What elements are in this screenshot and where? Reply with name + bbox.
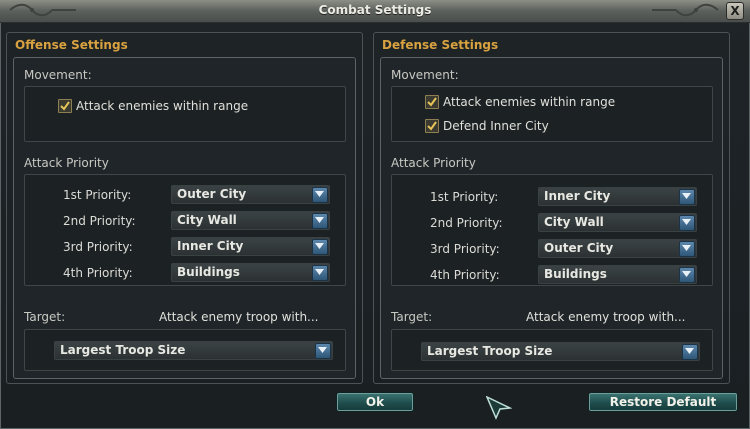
offense-target-box: Largest Troop Size: [24, 329, 346, 371]
chevron-down-icon: [312, 265, 328, 281]
defense-inner-city-checkbox[interactable]: [425, 119, 439, 133]
offense-priority-2-label: 2nd Priority:: [63, 214, 136, 228]
close-icon: X: [730, 4, 740, 18]
defense-movement-label: Movement:: [391, 68, 459, 82]
defense-priority-1-dropdown[interactable]: Inner City: [538, 187, 697, 206]
defense-priority-4-dropdown[interactable]: Buildings: [538, 265, 697, 284]
offense-priority-3-label: 3rd Priority:: [63, 240, 133, 254]
chevron-down-icon: [315, 343, 331, 359]
defense-priority-4-value: Buildings: [544, 267, 607, 281]
offense-priority-1-value: Outer City: [177, 187, 247, 201]
offense-target-dropdown[interactable]: Largest Troop Size: [54, 341, 333, 360]
offense-movement-box: Attack enemies within range: [24, 86, 346, 142]
defense-target-dropdown[interactable]: Largest Troop Size: [421, 342, 700, 361]
chevron-down-icon: [312, 213, 328, 229]
offense-inner: Movement: Attack enemies within range At…: [13, 57, 356, 379]
chevron-down-icon: [312, 239, 328, 255]
offense-priority-3-dropdown[interactable]: Inner City: [171, 237, 330, 256]
chevron-down-icon: [679, 189, 695, 205]
close-button[interactable]: X: [726, 2, 744, 20]
offense-title: Offense Settings: [15, 38, 128, 52]
chevron-down-icon: [312, 187, 328, 203]
ok-button[interactable]: Ok: [336, 392, 414, 412]
offense-priority-4-dropdown[interactable]: Buildings: [171, 263, 330, 282]
defense-title: Defense Settings: [382, 38, 499, 52]
defense-priority-3-value: Outer City: [544, 241, 614, 255]
checkmark-icon: [60, 101, 70, 111]
offense-priority-2-value: City Wall: [177, 213, 237, 227]
defense-priority-2-dropdown[interactable]: City Wall: [538, 213, 697, 232]
defense-priority-1-value: Inner City: [544, 189, 611, 203]
chevron-down-icon: [679, 267, 695, 283]
offense-priority-box: 1st Priority: Outer City 2nd Priority: C…: [24, 174, 346, 286]
offense-priority-1-label: 1st Priority:: [63, 188, 132, 202]
defense-priority-3-label: 3rd Priority:: [430, 242, 500, 256]
chevron-down-icon: [679, 215, 695, 231]
ornament-right-icon: [652, 3, 719, 17]
offense-priority-label: Attack Priority: [24, 156, 109, 170]
checkmark-icon: [427, 97, 437, 107]
defense-priority-4-label: 4th Priority:: [430, 268, 500, 282]
defense-target-box: Largest Troop Size: [391, 329, 713, 371]
title-bar[interactable]: Combat Settings X: [0, 0, 750, 23]
offense-attack-in-range-checkbox[interactable]: [58, 99, 72, 113]
defense-target-value: Largest Troop Size: [427, 344, 553, 358]
defense-priority-3-dropdown[interactable]: Outer City: [538, 239, 697, 258]
offense-priority-2-dropdown[interactable]: City Wall: [171, 211, 330, 230]
offense-target-label: Target:: [24, 310, 66, 324]
chevron-down-icon: [682, 344, 698, 360]
defense-inner-city-label: Defend Inner City: [443, 119, 549, 133]
window-title: Combat Settings: [318, 3, 432, 17]
defense-inner: Movement: Attack enemies within range De…: [380, 57, 723, 379]
checkmark-icon: [427, 121, 437, 131]
offense-priority-1-dropdown[interactable]: Outer City: [171, 185, 330, 204]
defense-target-label: Target:: [391, 310, 433, 324]
defense-priority-2-value: City Wall: [544, 215, 604, 229]
defense-target-hint: Attack enemy troop with...: [526, 310, 686, 324]
offense-attack-in-range-label: Attack enemies within range: [76, 99, 249, 113]
defense-panel: Defense Settings Movement: Attack enemie…: [373, 32, 730, 384]
offense-priority-4-value: Buildings: [177, 265, 240, 279]
chevron-down-icon: [679, 241, 695, 257]
offense-movement-label: Movement:: [24, 68, 92, 82]
defense-priority-label: Attack Priority: [391, 156, 476, 170]
offense-target-hint: Attack enemy troop with...: [159, 310, 319, 324]
offense-target-value: Largest Troop Size: [60, 343, 186, 357]
cursor-icon: [486, 396, 512, 420]
defense-priority-2-label: 2nd Priority:: [430, 216, 503, 230]
defense-movement-box: Attack enemies within range Defend Inner…: [391, 86, 713, 142]
restore-default-button[interactable]: Restore Default: [588, 392, 738, 412]
defense-attack-in-range-checkbox[interactable]: [425, 95, 439, 109]
defense-priority-box: 1st Priority: Inner City 2nd Priority: C…: [391, 174, 713, 286]
offense-panel: Offense Settings Movement: Attack enemie…: [6, 32, 363, 384]
offense-priority-3-value: Inner City: [177, 239, 244, 253]
defense-attack-in-range-label: Attack enemies within range: [443, 95, 616, 109]
offense-priority-4-label: 4th Priority:: [63, 266, 133, 280]
defense-priority-1-label: 1st Priority:: [430, 190, 499, 204]
